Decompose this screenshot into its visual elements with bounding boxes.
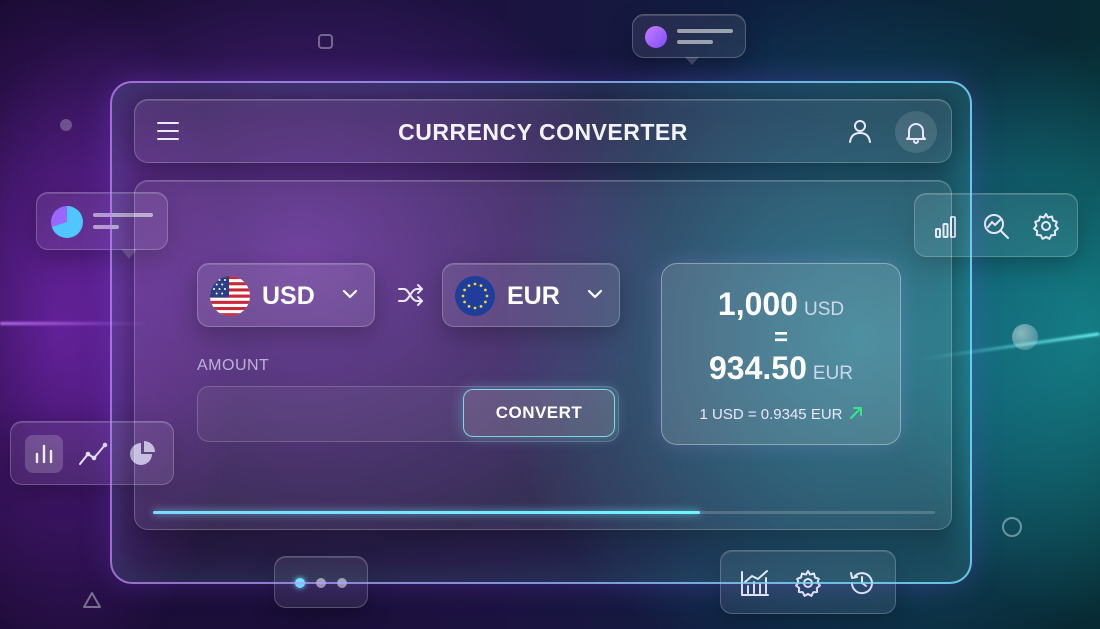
result-from-unit: USD: [803, 299, 845, 320]
deco-triangle: [83, 592, 101, 608]
page-title: CURRENCY CONVERTER: [398, 119, 688, 145]
result-from-amount: 1,000: [717, 286, 798, 322]
avatar-dot: [645, 26, 667, 48]
exchange-rate: 1 USD = 0.9345 EUR: [662, 406, 900, 423]
converter-panel: USD EUR AMOUNT CONVERT 1,000 USD = 934.5…: [134, 180, 952, 530]
progress-fill: [153, 511, 701, 514]
to-currency-select[interactable]: EUR: [442, 263, 620, 327]
result-equals: =: [773, 324, 788, 351]
convert-button[interactable]: CONVERT: [463, 389, 615, 437]
converter-window: CURRENCY CONVERTER USD EUR AMOUNT CONVER…: [110, 81, 972, 584]
eu-flag-icon: [455, 276, 495, 316]
analytics-search-icon[interactable]: [981, 211, 1011, 241]
result-to-line: 934.50 EUR: [662, 350, 900, 387]
chevron-down-icon: [587, 289, 603, 299]
result-to-unit: EUR: [812, 363, 853, 384]
deco-ring: [1002, 517, 1022, 537]
shuffle-swap-icon[interactable]: [397, 283, 425, 307]
to-currency-code: EUR: [507, 282, 560, 310]
pie-chart-icon: [51, 206, 83, 238]
from-currency-select[interactable]: USD: [197, 263, 375, 327]
exchange-rate-text: 1 USD = 0.9345 EUR: [699, 406, 843, 423]
user-icon[interactable]: [847, 118, 873, 144]
trend-up-arrow-icon: [849, 407, 862, 419]
deco-sphere: [1012, 324, 1038, 350]
line-chart-icon[interactable]: [77, 440, 109, 468]
result-to-amount: 934.50: [709, 350, 807, 386]
deco-rounded-square: [318, 34, 333, 49]
chevron-down-icon: [342, 289, 358, 299]
bar-chart-icon[interactable]: [32, 442, 56, 466]
floating-chat-widget-top: [632, 14, 746, 65]
app-header: CURRENCY CONVERTER: [134, 99, 952, 163]
progress-track: [153, 511, 935, 514]
deco-dot: [60, 119, 72, 131]
notifications-button[interactable]: [895, 111, 937, 153]
from-currency-code: USD: [262, 282, 315, 310]
bell-icon: [906, 123, 926, 144]
gear-icon[interactable]: [1031, 211, 1061, 241]
amount-label: AMOUNT: [197, 357, 270, 374]
result-from-line: 1,000 USD: [662, 286, 900, 323]
amount-input[interactable]: [210, 397, 450, 431]
us-flag-icon: [210, 276, 250, 316]
conversion-result-card: 1,000 USD = 934.50 EUR 1 USD = 0.9345 EUR: [661, 263, 901, 445]
